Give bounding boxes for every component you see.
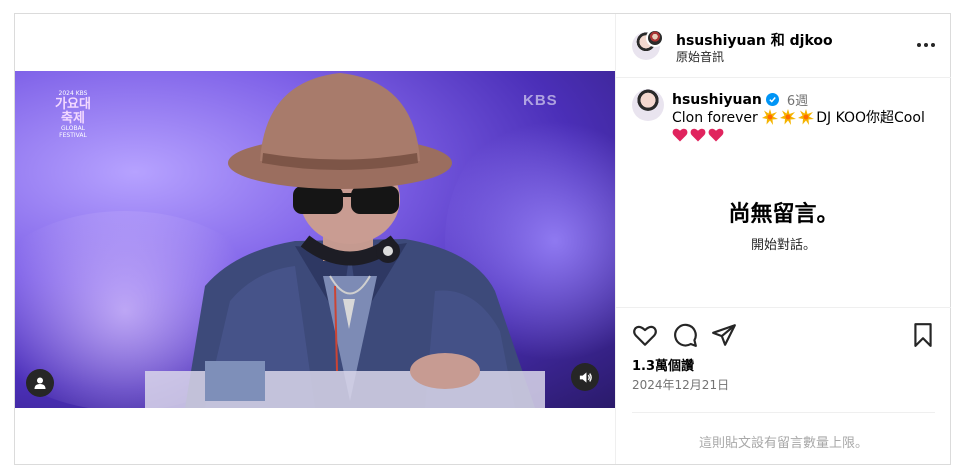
collision-emoji-icon	[780, 109, 797, 125]
username-link[interactable]: hsushiyuan	[672, 92, 762, 108]
user-tag-icon	[34, 377, 46, 389]
post-time[interactable]: 6週	[787, 90, 808, 109]
comment-icon[interactable]	[672, 322, 698, 348]
more-options-button[interactable]	[914, 38, 938, 52]
caption-suffix: DJ KOO你超Cool	[816, 110, 925, 126]
post-date[interactable]: 2024年12月21日	[632, 376, 729, 393]
collab-usernames: hsushiyuan 和 djkoo	[676, 30, 833, 50]
caption-text: Clon forever DJ KOO你超Cool	[672, 109, 942, 145]
caption-prefix: Clon forever	[672, 110, 758, 126]
red-heart-emoji-icon	[690, 128, 706, 142]
collision-emoji-icon	[798, 109, 815, 125]
post-sidebar: hsushiyuan 和 djkoo 原始音訊 hsushiyuan 6週 Cl…	[615, 14, 951, 464]
start-conversation-text: 開始對話。	[750, 238, 816, 253]
collision-emoji-icon	[762, 109, 779, 125]
verified-badge-icon	[765, 93, 779, 106]
share-icon[interactable]	[711, 322, 737, 348]
conjunction-text: 和	[770, 33, 785, 49]
volume-icon	[579, 371, 592, 383]
more-horizontal-icon	[917, 43, 921, 47]
original-audio-link[interactable]: 原始音訊	[676, 48, 724, 65]
video-player[interactable]: 2024 KBS 가요대축제 GLOBAL FESTIVAL KBS	[15, 71, 615, 408]
comment-limit-notice: 這則貼文設有留言數量上限。	[698, 436, 868, 451]
divider	[632, 412, 935, 413]
post-media: 2024 KBS 가요대축제 GLOBAL FESTIVAL KBS	[15, 14, 615, 464]
post-container: 2024 KBS 가요대축제 GLOBAL FESTIVAL KBS hsush…	[14, 13, 951, 465]
bookmark-icon[interactable]	[910, 322, 936, 348]
username-link[interactable]: djkoo	[790, 33, 833, 49]
post-header: hsushiyuan 和 djkoo 原始音訊	[616, 14, 951, 78]
action-bar: 1.3萬個讚 2024年12月21日	[616, 307, 951, 407]
heart-icon[interactable]	[632, 322, 658, 348]
dj-figure	[145, 73, 545, 408]
avatar[interactable]	[632, 89, 664, 121]
no-comments-title: 尚無留言。	[728, 202, 839, 227]
red-heart-emoji-icon	[708, 128, 724, 142]
caption-header: hsushiyuan 6週	[672, 90, 808, 110]
red-heart-emoji-icon	[672, 128, 688, 142]
broadcast-logo: 2024 KBS 가요대축제 GLOBAL FESTIVAL	[55, 90, 91, 139]
likes-count[interactable]: 1.3萬個讚	[632, 355, 694, 374]
username-link[interactable]: hsushiyuan	[676, 33, 766, 49]
avatar[interactable]	[646, 29, 664, 47]
sound-toggle-button[interactable]	[571, 363, 599, 391]
user-tag-button[interactable]	[26, 369, 54, 397]
